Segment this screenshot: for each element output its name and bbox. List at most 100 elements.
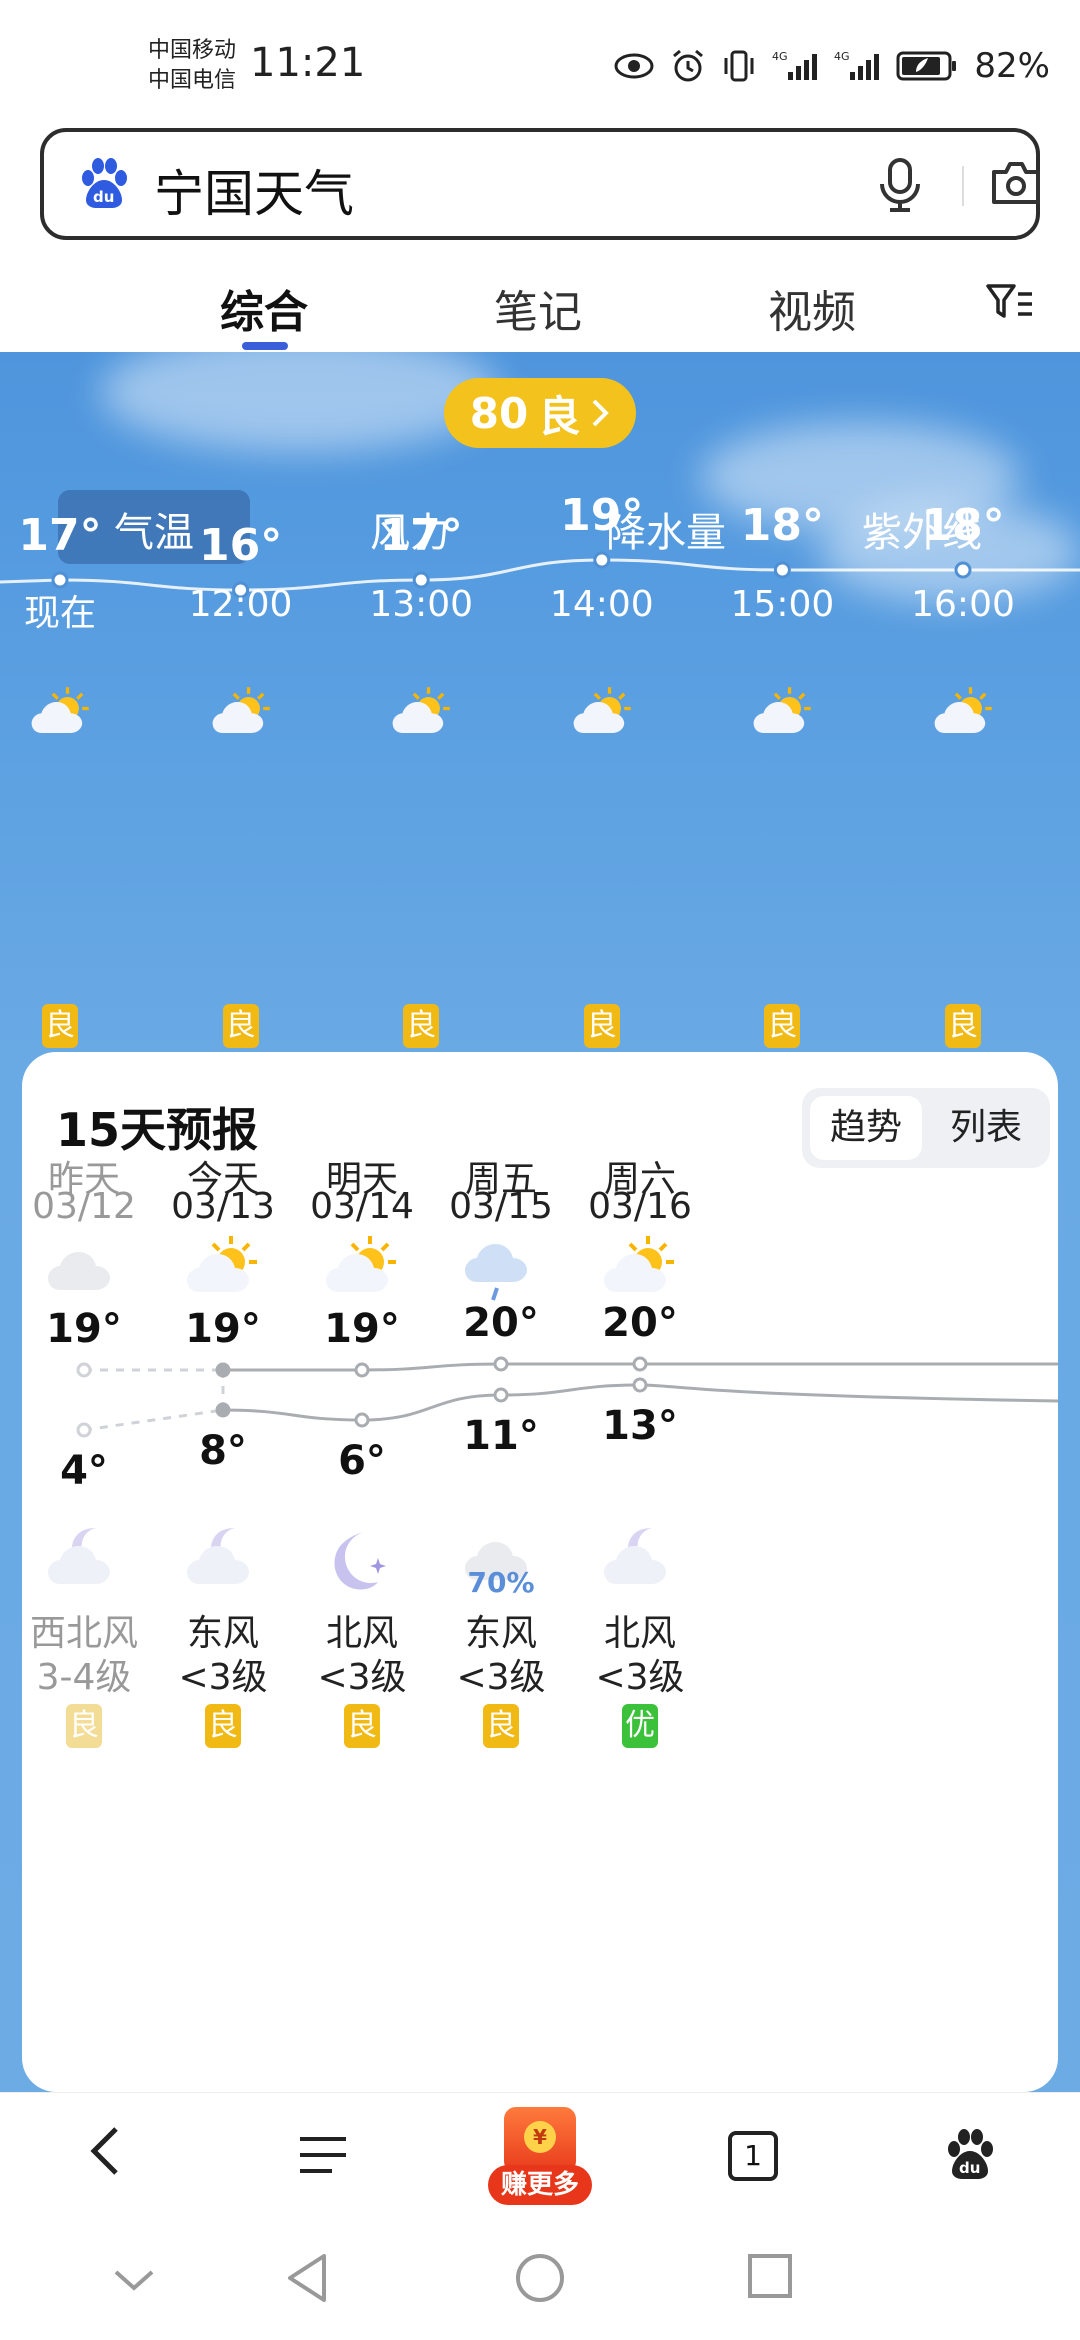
moon-cloud-icon [46, 1522, 122, 1602]
day-date: 03/15 [449, 1186, 553, 1227]
hour-temp: 16° [198, 520, 283, 571]
nav-hide-icon[interactable] [112, 2268, 156, 2292]
day-aqi-badge: 优 [622, 1704, 658, 1748]
hour-aqi-badge: 良 [222, 1004, 259, 1048]
nav-back-icon[interactable] [284, 2252, 330, 2304]
sun-cloud-icon [572, 684, 634, 750]
cloud-icon [46, 1232, 122, 1312]
day-low-temp: 13° [602, 1403, 678, 1449]
hour-temp: 18° [740, 500, 824, 551]
hour-time: 13:00 [369, 584, 474, 625]
tab-notes[interactable]: 笔记 [494, 276, 582, 340]
rain-probability: 70% [467, 1566, 535, 1599]
hour-temp-point [773, 561, 791, 579]
tab-comprehensive[interactable]: 综合 [220, 276, 308, 340]
day-high-temp: 19° [46, 1306, 122, 1352]
microphone-icon[interactable] [876, 156, 924, 214]
vibrate-icon [724, 50, 754, 82]
earn-more-button[interactable]: ¥ 赚更多 [488, 2107, 592, 2211]
moon-cloud-icon [185, 1522, 261, 1602]
low-temp-point [354, 1412, 370, 1428]
system-nav-bar [0, 2212, 1080, 2340]
signal-4g-icon-2: 4G [834, 50, 880, 80]
back-icon[interactable] [86, 2121, 126, 2181]
day-low-temp: 8° [199, 1428, 247, 1474]
hour-aqi-badge: 良 [42, 1004, 78, 1048]
sun-cloud-icon [30, 684, 92, 750]
sun-cloud-icon [391, 684, 453, 750]
earn-more-label: 赚更多 [488, 2165, 592, 2205]
svg-text:du: du [93, 188, 114, 206]
tab-videos[interactable]: 视频 [768, 276, 856, 340]
battery-percent: 82% [974, 46, 1050, 86]
day-date: 03/13 [171, 1186, 275, 1227]
tabs-count-button[interactable]: 1 [728, 2131, 778, 2181]
hour-aqi-badge: 良 [945, 1004, 981, 1048]
day-date: 03/12 [32, 1186, 136, 1227]
hour-aqi-badge: 良 [403, 1004, 440, 1048]
hour-temp: 19° [560, 490, 644, 541]
hour-temp: 18° [921, 500, 1005, 551]
search-divider [962, 166, 964, 206]
high-temp-point [354, 1362, 370, 1378]
baidu-home-icon[interactable]: du [942, 2127, 998, 2183]
sun-cloud-icon [211, 684, 273, 750]
low-temp-point [215, 1402, 231, 1418]
wind-level: <3级 [317, 1657, 407, 1698]
hour-temp-point [954, 561, 972, 579]
low-past-line [83, 1408, 224, 1432]
hour-column[interactable]: 12:00 16° 良 [181, 520, 301, 1048]
wind-level: <3级 [178, 1657, 268, 1698]
battery-icon [896, 51, 957, 81]
weather-panel: 80 良 气温 风力 降水量 紫外线 现在 17° 良 12:00 16° 良 13:00 1… [0, 352, 1080, 2092]
wind-level: <3级 [595, 1657, 685, 1698]
search-query[interactable]: 宁国天气 [154, 154, 354, 226]
day-low-temp: 4° [60, 1448, 108, 1494]
high-temp-point [215, 1362, 231, 1378]
day-aqi-badge: 良 [483, 1704, 519, 1748]
sun-cloud-icon [933, 684, 995, 750]
day-low-temp: 11° [463, 1413, 539, 1459]
hour-column[interactable]: 14:00 19° 良 [542, 490, 662, 1048]
day-high-temp: 20° [463, 1300, 539, 1346]
nav-home-icon[interactable] [514, 2252, 566, 2304]
day-aqi-badge: 良 [66, 1704, 102, 1748]
hour-time: 15:00 [730, 584, 835, 625]
high-temp-point [76, 1362, 92, 1378]
status-bar: 中国移动 中国电信 11:21 4G 4G 82% [0, 0, 1080, 128]
hour-column[interactable]: 13:00 17° 良 [361, 510, 481, 1048]
clock: 11:21 [250, 40, 366, 86]
search-box[interactable]: du 宁国天气 [40, 128, 1040, 240]
sun-cloud-icon [752, 684, 814, 750]
menu-icon[interactable] [298, 2135, 348, 2175]
signal-4g-icon: 4G [772, 50, 818, 80]
hour-time: 现在 [23, 593, 96, 634]
hour-column[interactable]: 16:00 18° 良 [903, 500, 1023, 1048]
wind-level: <3级 [456, 1657, 546, 1698]
day-aqi-badge: 良 [205, 1704, 241, 1748]
system-icons: 4G 4G 82% [614, 44, 1050, 88]
hour-column[interactable]: 现在 17° 良 [0, 510, 120, 1048]
filter-icon[interactable] [986, 282, 1034, 324]
high-temp-point [632, 1356, 648, 1372]
coin-icon: ¥ [524, 2121, 556, 2153]
camera-icon[interactable] [988, 158, 1044, 208]
day-date: 03/14 [310, 1186, 414, 1227]
hour-time: 16:00 [911, 584, 1015, 625]
day-high-temp: 19° [185, 1306, 261, 1352]
day-low-temp: 6° [338, 1438, 386, 1484]
low-temp-point [493, 1387, 509, 1403]
tab-indicator [242, 342, 288, 350]
day-aqi-badge: 良 [344, 1704, 380, 1748]
carrier-1: 中国移动 [148, 38, 237, 63]
svg-text:4G: 4G [834, 50, 850, 63]
alarm-icon [673, 49, 704, 82]
baidu-paw-icon[interactable]: du [76, 156, 132, 212]
nav-recents-icon[interactable] [746, 2252, 794, 2300]
low-temp-point [632, 1377, 648, 1393]
moon-cloud-icon [602, 1522, 678, 1602]
hour-column[interactable]: 15:00 18° 良 [722, 500, 842, 1048]
hour-time: 14:00 [549, 584, 654, 625]
hour-aqi-badge: 良 [764, 1004, 801, 1048]
hour-temp: 17° [379, 510, 463, 561]
